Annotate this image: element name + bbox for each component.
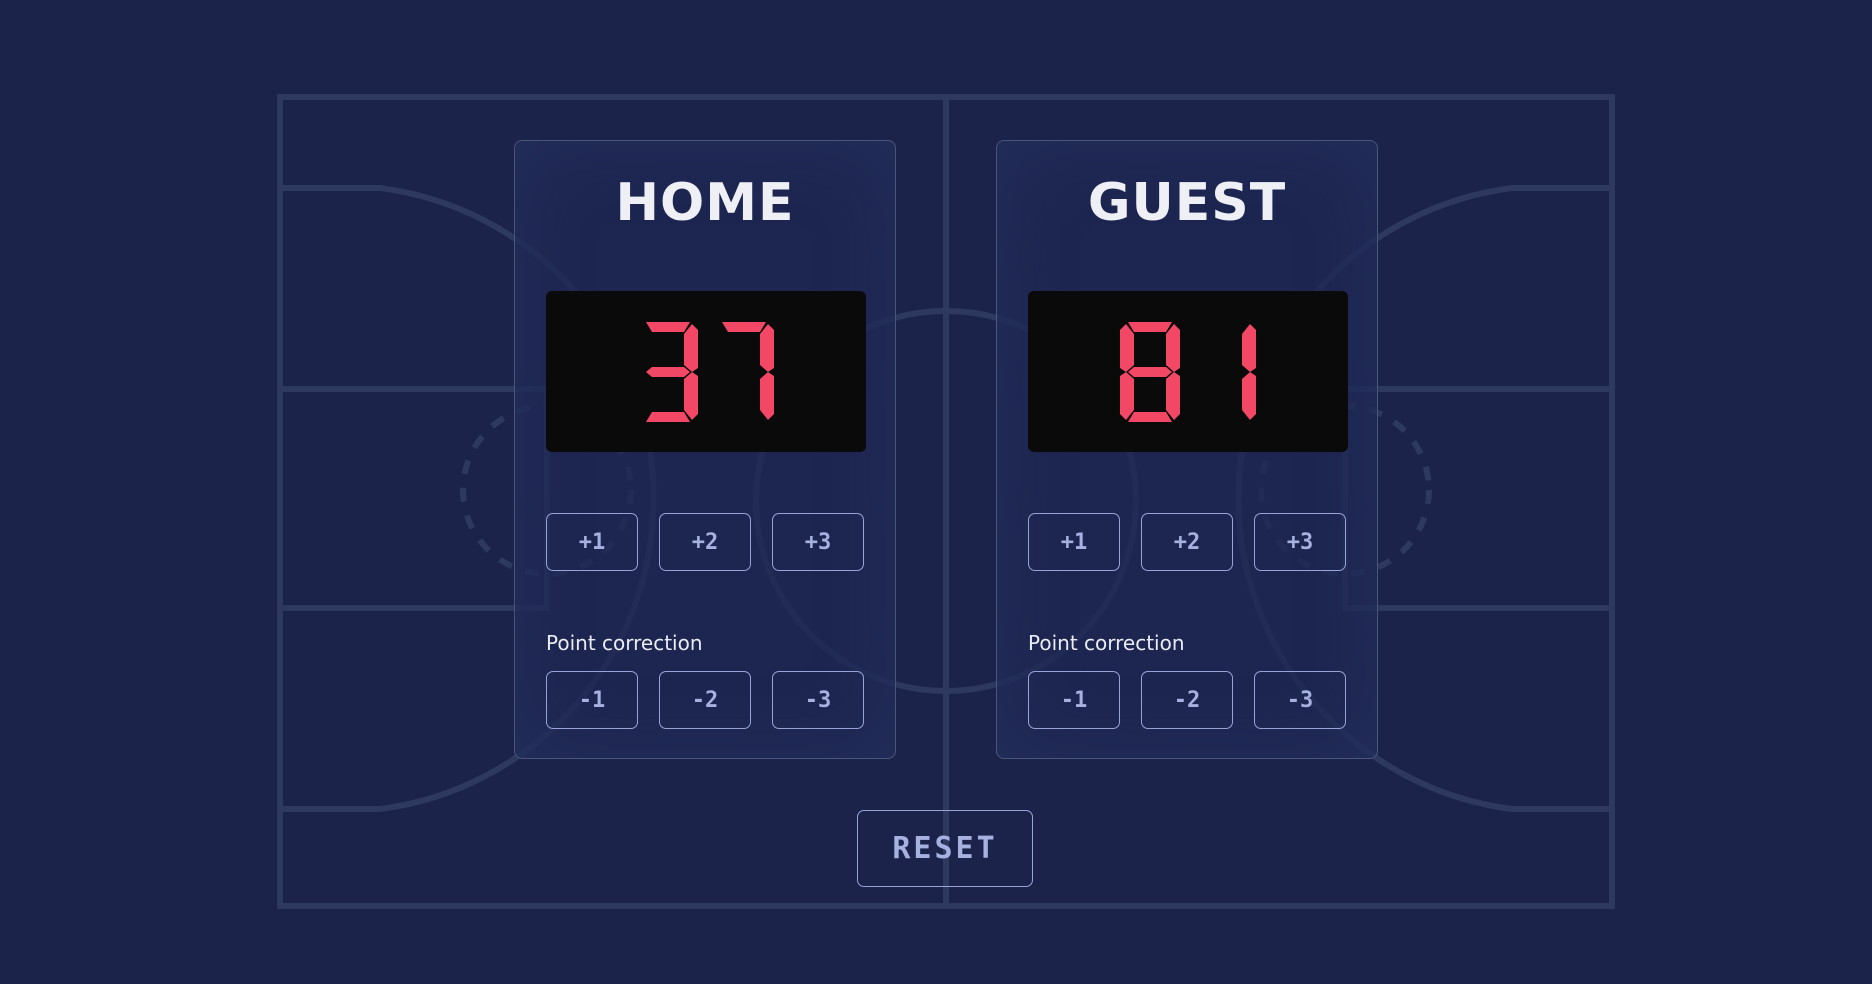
guest-score-digit (1120, 321, 1180, 422)
home-subtract-buttons: -1 -2 -3 (546, 671, 865, 729)
segment-b (684, 323, 698, 372)
home-point-correction-label: Point correction (546, 631, 703, 655)
home-add-1-button[interactable]: +1 (546, 513, 638, 571)
guest-score-digit (1242, 323, 1256, 420)
segment-d (646, 411, 690, 422)
segment-c (684, 371, 698, 420)
segment-g (1128, 366, 1172, 377)
guest-team-name: GUEST (1087, 173, 1287, 233)
guest-add-2-button[interactable]: +2 (1141, 513, 1233, 571)
home-add-3-button[interactable]: +3 (772, 513, 864, 571)
home-team-panel: HOME +1 +2 +3 Point correction -1 -2 -3 (514, 140, 896, 759)
segment-e (1120, 371, 1134, 420)
left-key (277, 386, 550, 611)
guest-add-buttons: +1 +2 +3 (1028, 513, 1347, 571)
home-team-name: HOME (615, 173, 795, 233)
segment-a (722, 321, 766, 332)
guest-point-correction-label: Point correction (1028, 631, 1185, 655)
segment-b (1166, 323, 1180, 372)
home-score-display (546, 291, 866, 452)
segment-c (1166, 371, 1180, 420)
segment-a (1128, 321, 1172, 332)
home-subtract-2-button[interactable]: -2 (659, 671, 751, 729)
home-subtract-3-button[interactable]: -3 (772, 671, 864, 729)
segment-f (1120, 323, 1134, 372)
segment-g (646, 366, 690, 377)
guest-subtract-buttons: -1 -2 -3 (1028, 671, 1347, 729)
guest-add-1-button[interactable]: +1 (1028, 513, 1120, 571)
home-score-digit (722, 321, 774, 420)
home-score-digits (646, 321, 774, 422)
guest-score-display (1028, 291, 1348, 452)
segment-b (760, 323, 774, 372)
home-add-buttons: +1 +2 +3 (546, 513, 865, 571)
guest-subtract-1-button[interactable]: -1 (1028, 671, 1120, 729)
guest-subtract-3-button[interactable]: -3 (1254, 671, 1346, 729)
segment-b (1242, 323, 1256, 372)
home-subtract-1-button[interactable]: -1 (546, 671, 638, 729)
segment-c (760, 371, 774, 420)
segment-c (1242, 371, 1256, 420)
home-add-2-button[interactable]: +2 (659, 513, 751, 571)
reset-button[interactable]: RESET (857, 810, 1033, 887)
guest-subtract-2-button[interactable]: -2 (1141, 671, 1233, 729)
segment-a (646, 321, 690, 332)
segment-d (1128, 411, 1172, 422)
home-score-digit (646, 321, 698, 422)
guest-add-3-button[interactable]: +3 (1254, 513, 1346, 571)
right-key (1342, 386, 1615, 611)
guest-team-panel: GUEST +1 +2 +3 Point correction -1 -2 -3 (996, 140, 1378, 759)
guest-score-digits (1120, 321, 1256, 422)
